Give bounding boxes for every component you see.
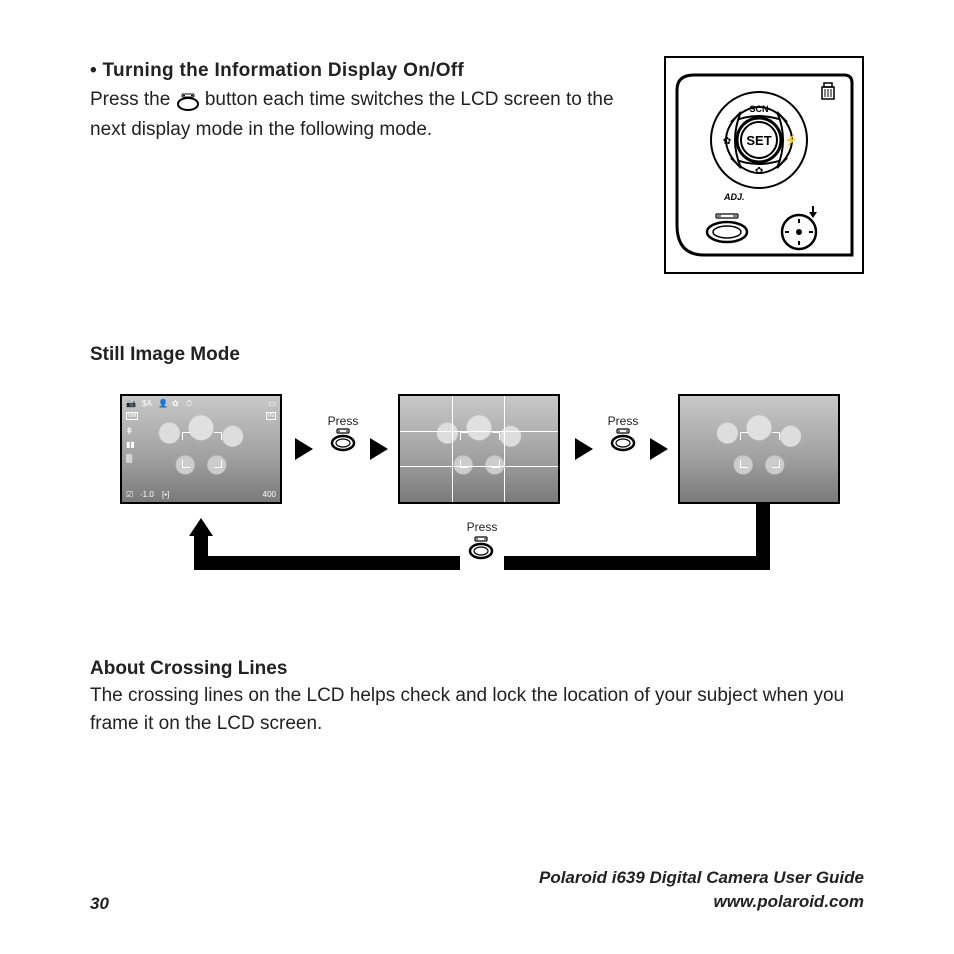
intro-paragraph: • Turning the Information Display On/Off… [90, 56, 634, 274]
arrow-up-icon [189, 518, 213, 536]
about-crossing-lines-body: The crossing lines on the LCD helps chec… [90, 682, 864, 737]
lcd-grid [398, 394, 560, 504]
display-button-icon [176, 91, 200, 109]
lcd-clean [678, 394, 840, 504]
svg-text:✿: ✿ [755, 166, 763, 177]
arrow-icon [370, 438, 388, 460]
page-number: 30 [90, 894, 109, 914]
body-before: Press the [90, 89, 176, 110]
still-image-mode-heading: Still Image Mode [90, 344, 864, 366]
display-mode-diagram: 📷 $A 👤 ✿ ⏱ ▭ 6M IN ⋕ ▮▮ 🀫 ☑ -1.0 [▪] 400… [90, 394, 864, 624]
press-label-1: Press [318, 414, 368, 428]
arrow-icon [295, 438, 313, 460]
svg-text:✿: ✿ [723, 136, 731, 147]
svg-text:ADJ.: ADJ. [723, 192, 745, 202]
heading-text: Turning the Information Display On/Off [103, 60, 464, 81]
press-label-3: Press [457, 520, 507, 534]
arrow-icon [575, 438, 593, 460]
bullet: • [90, 60, 97, 81]
arrow-icon [650, 438, 668, 460]
footer-guide-title: Polaroid i639 Digital Camera User Guide [539, 866, 864, 890]
page-footer: 30 Polaroid i639 Digital Camera User Gui… [90, 866, 864, 914]
svg-text:SCN: SCN [749, 104, 768, 114]
about-crossing-lines-heading: About Crossing Lines [90, 658, 864, 680]
return-path-stem [756, 504, 770, 548]
svg-text:⚡: ⚡ [784, 134, 798, 147]
press-label-2: Press [598, 414, 648, 428]
lcd-full-osd: 📷 $A 👤 ✿ ⏱ ▭ 6M IN ⋕ ▮▮ 🀫 ☑ -1.0 [▪] 400 [120, 394, 282, 504]
svg-text:SET: SET [746, 133, 771, 148]
camera-back-illustration: SET SCN ✿ ✿ ⚡ ADJ. [664, 56, 864, 274]
display-button-icon [468, 536, 494, 565]
display-button-icon [610, 428, 636, 457]
footer-url: www.polaroid.com [539, 890, 864, 914]
display-button-icon [330, 428, 356, 457]
